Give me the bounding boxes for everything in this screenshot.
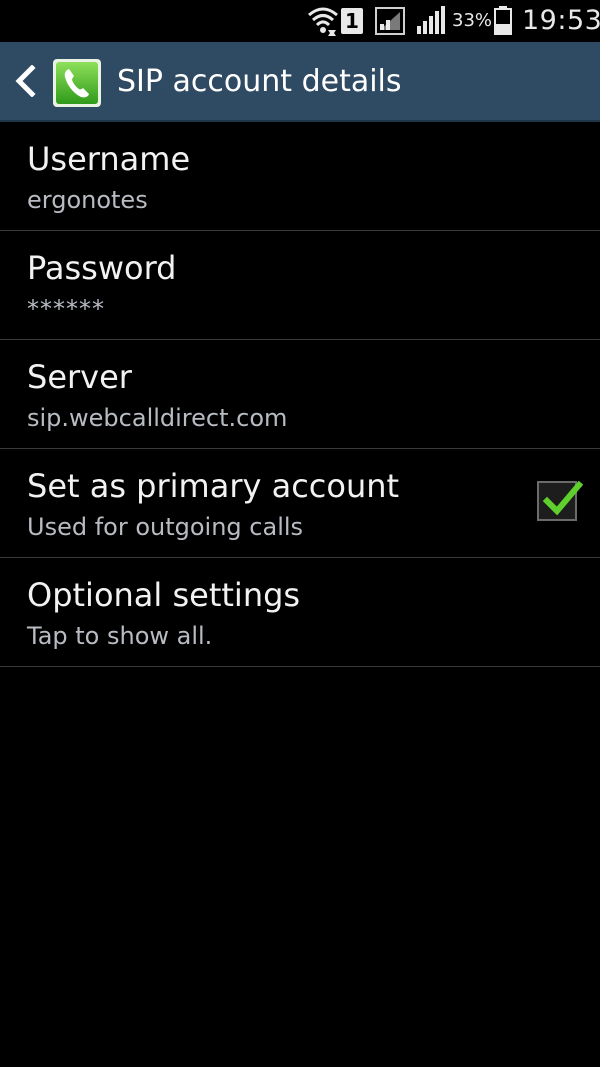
setting-title: Server (27, 358, 132, 396)
setting-title: Optional settings (27, 576, 301, 614)
setting-summary: ergonotes (27, 186, 148, 214)
checkmark-icon (542, 480, 584, 516)
status-bar: 1 33% 19:53 (0, 0, 600, 42)
action-bar: SIP account details (0, 42, 600, 122)
setting-title: Password (27, 249, 177, 287)
preference-list: Username ergonotes Password ****** Serve… (0, 122, 600, 667)
battery-percent: 33% (452, 10, 493, 31)
page-title: SIP account details (117, 64, 402, 99)
optional-settings[interactable]: Optional settings Tap to show all. (0, 558, 600, 667)
back-button[interactable] (0, 42, 106, 120)
chevron-left-icon (15, 65, 36, 97)
signal-icon (375, 7, 405, 35)
setting-summary: sip.webcalldirect.com (27, 404, 288, 432)
signal-icon (417, 6, 445, 34)
battery-icon (494, 6, 512, 35)
setting-summary: Tap to show all. (27, 622, 213, 650)
primary-account-setting[interactable]: Set as primary account Used for outgoing… (0, 449, 600, 558)
server-setting[interactable]: Server sip.webcalldirect.com (0, 340, 600, 449)
phone-icon (53, 59, 101, 107)
setting-title: Set as primary account (27, 467, 400, 505)
setting-summary: Used for outgoing calls (27, 513, 304, 541)
password-setting[interactable]: Password ****** (0, 231, 600, 340)
setting-title: Username (27, 140, 191, 178)
clock: 19:53 (522, 5, 600, 36)
primary-account-checkbox[interactable] (537, 480, 584, 521)
wifi-icon (308, 7, 338, 36)
sim-slot-badge: 1 (341, 8, 363, 34)
username-setting[interactable]: Username ergonotes (0, 122, 600, 231)
setting-summary: ****** (27, 295, 105, 323)
